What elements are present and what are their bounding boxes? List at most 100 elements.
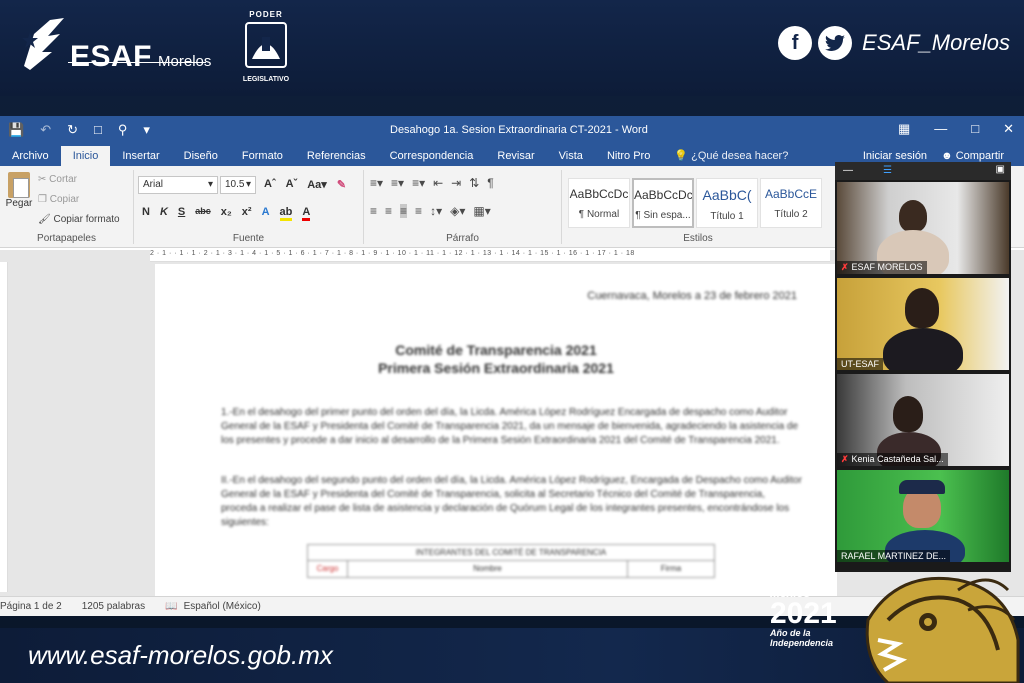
document-heading-2: Primera Sesión Extraordinaria 2021 [378,360,614,376]
paste-label: Pegar [5,198,33,209]
copy-button[interactable]: ❐ Copiar [38,194,79,205]
clear-formatting-icon[interactable]: ✎ [337,178,346,191]
lightbulb-icon: 💡 [674,150,692,162]
word-count[interactable]: 1205 palabras [82,601,145,616]
redo-icon[interactable]: ↻ [67,122,78,138]
style-heading-1[interactable]: AaBbC( Título 1 [696,178,758,228]
legislative-seal-icon [245,22,287,68]
style-sample: AaBbCcE [764,187,818,201]
tab-archivo[interactable]: Archivo [0,150,61,166]
style-no-spacing[interactable]: AaBbCcDc ¶ Sin espa... [632,178,694,228]
table-row: Cargo Nombre Firma [308,561,714,577]
align-center-icon[interactable]: ≡ [385,204,392,218]
document-paragraph-2: II.-En el desahogo del segundo punto del… [221,475,802,528]
font-group: Arial ▾ 10.5 ▾ Aˆ Aˇ Aa▾ ✎ N K S abc x₂ x²… [134,170,364,244]
bold-button[interactable]: N [142,206,150,221]
facebook-icon: f [778,26,813,60]
change-case-icon[interactable]: Aa▾ [307,178,327,191]
logo-underline [68,62,206,63]
shrink-font-icon[interactable]: Aˇ [286,178,298,191]
participant-tile[interactable]: UT-ESAF [837,278,1009,370]
top-branding-band: ESAF Morelos PODER LEGISLATIVO f ESAF_Mo… [0,0,1024,96]
underline-button[interactable]: S [178,206,185,221]
tab-inicio[interactable]: Inicio [60,146,111,166]
participant-tile[interactable]: ✗ Kenia Castañeda Sal... [837,374,1009,466]
grow-font-icon[interactable]: Aˆ [264,178,276,191]
font-name-value: Arial [143,179,164,190]
tab-vista[interactable]: Vista [547,150,595,166]
save-icon[interactable]: 💾 [8,122,24,138]
maximize-icon[interactable]: □ [971,121,979,137]
font-name-select[interactable]: Arial ▾ [138,176,218,194]
sign-in-link[interactable]: Iniciar sesión [863,150,927,162]
strikethrough-button[interactable]: abc [195,206,211,221]
sort-icon[interactable]: ⇅ [469,176,479,190]
font-size-select[interactable]: 10.5 ▾ [220,176,256,194]
bullets-icon[interactable]: ≡▾ [370,176,383,190]
popout-icon[interactable]: ▣ [996,164,1005,175]
cut-label: Cortar [49,174,77,185]
new-document-icon[interactable]: □ [94,122,102,138]
page-count[interactable]: Página 1 de 2 [0,601,62,616]
align-right-icon[interactable]: ≡ [400,204,408,218]
style-heading-2[interactable]: AaBbCcE Título 2 [760,178,822,228]
print-preview-icon[interactable]: ⚲ [118,122,128,138]
layout-icon[interactable]: ☰ [883,165,892,176]
format-painter-label: Copiar formato [53,214,120,225]
subscript-button[interactable]: x₂ [221,206,232,221]
participant-tile[interactable]: ✗ ESAF MORELOS [837,182,1009,274]
paste-button[interactable]: Pegar [4,172,34,209]
tab-revisar[interactable]: Revisar [485,150,546,166]
language-indicator[interactable]: Español (México) [184,601,261,616]
borders-icon[interactable]: ▦▾ [473,204,490,218]
close-icon[interactable]: ✕ [1003,121,1014,137]
customize-qat-icon[interactable]: ▾ [143,122,150,138]
share-button[interactable]: ☻ Compartir [941,150,1004,162]
superscript-button[interactable]: x² [242,206,252,221]
style-name: ¶ Sin espa... [635,210,691,221]
copy-icon: ❐ [38,194,50,205]
tell-me-search[interactable]: 💡 ¿Qué desea hacer? [662,149,800,166]
tab-dise-o[interactable]: Diseño [172,150,230,166]
vertical-ruler [0,262,8,592]
twitter-icon [818,26,853,60]
multilevel-icon[interactable]: ≡▾ [412,176,425,190]
italic-button[interactable]: K [160,206,168,221]
tab-referencias[interactable]: Referencias [295,150,378,166]
style-sample: AaBbCcDc [634,188,692,202]
numbering-icon[interactable]: ≡▾ [391,176,404,190]
document-page[interactable]: Cuernavaca, Morelos a 23 de febrero 2021… [155,264,837,604]
pilcrow-icon[interactable]: ¶ [487,176,493,190]
broadcast-frame: ESAF Morelos PODER LEGISLATIVO f ESAF_Mo… [0,0,1024,683]
line-spacing-icon[interactable]: ↕▾ [430,204,442,218]
proofing-icon[interactable]: 📖 [165,601,177,616]
table-cell: Nombre [348,561,628,577]
tell-me-label: ¿Qué desea hacer? [691,150,789,162]
font-color-icon[interactable]: A [302,206,311,221]
increase-indent-icon[interactable]: ⇥ [451,176,461,190]
participant-cap [899,480,945,494]
tab-formato[interactable]: Formato [230,150,295,166]
style-name: Título 2 [774,209,808,220]
participant-tile[interactable]: RAFAEL MARTINEZ DE... [837,470,1009,562]
justify-icon[interactable]: ≡ [415,204,422,218]
minimize-panel-icon[interactable]: — [843,165,853,176]
cut-button[interactable]: ✂ Cortar [38,174,77,185]
person-icon: ☻ [941,150,956,162]
style-normal[interactable]: AaBbCcDc ¶ Normal [568,178,630,228]
minimize-icon[interactable]: — [934,121,947,137]
undo-icon[interactable]: ↶ [40,122,51,138]
highlight-icon[interactable]: ab [279,206,293,221]
shading-icon[interactable]: ◈▾ [450,204,465,218]
tab-nitro-pro[interactable]: Nitro Pro [595,150,662,166]
format-painter-button[interactable]: 🖌 Copiar formato [38,214,120,225]
paragraph-group: ≡▾ ≡▾ ≡▾ ⇤ ⇥ ⇅ ¶ ≡ ≡ ≡ ≡ ↕▾ ◈▾ ▦▾ Párraf… [364,170,562,244]
clipboard-group-label: Portapapeles [37,233,96,244]
tab-insertar[interactable]: Insertar [110,150,171,166]
align-left-icon[interactable]: ≡ [370,204,377,218]
decrease-indent-icon[interactable]: ⇤ [433,176,443,190]
tab-correspondencia[interactable]: Correspondencia [378,150,486,166]
participant-name-label: ✗ ESAF MORELOS [837,261,927,274]
ribbon-display-icon[interactable]: ▦ [898,121,910,137]
text-effects-icon[interactable]: A [262,206,270,221]
